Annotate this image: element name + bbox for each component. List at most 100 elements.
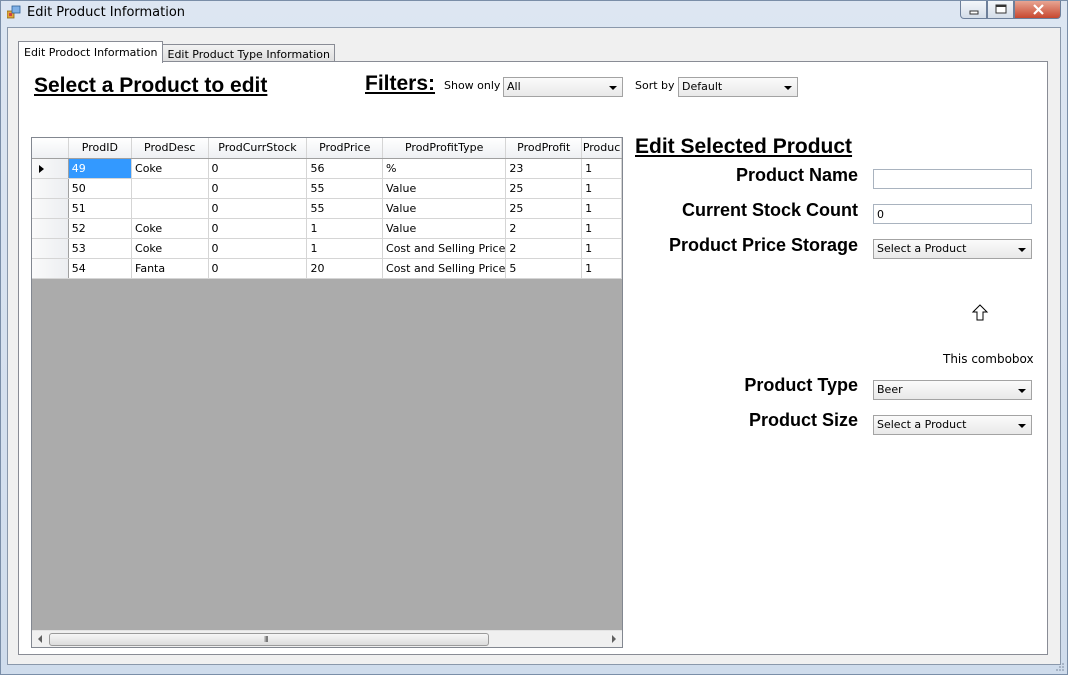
row-header[interactable] bbox=[32, 158, 69, 179]
table-cell[interactable]: Value bbox=[382, 178, 507, 199]
table-row[interactable]: 52 Coke 0 1 Value 2 1 bbox=[32, 218, 622, 239]
table-cell[interactable]: 53 bbox=[68, 238, 133, 259]
grid-corner-header[interactable] bbox=[32, 138, 69, 159]
table-cell[interactable]: Fanta bbox=[131, 258, 209, 279]
current-stock-input[interactable]: 0 bbox=[873, 204, 1032, 224]
table-cell[interactable] bbox=[131, 178, 209, 199]
table-cell[interactable]: 1 bbox=[581, 158, 622, 179]
product-size-label: Product Size bbox=[748, 410, 858, 430]
table-cell[interactable]: 1 bbox=[581, 198, 622, 219]
column-header[interactable]: ProdID bbox=[68, 138, 133, 159]
table-cell[interactable]: % bbox=[382, 158, 507, 179]
table-cell[interactable]: Coke bbox=[131, 158, 209, 179]
current-stock-label: Current Stock Count bbox=[681, 200, 858, 220]
table-cell[interactable]: 1 bbox=[581, 238, 622, 259]
table-cell[interactable]: Value bbox=[382, 218, 507, 239]
combobox-annotation: This combobox bbox=[943, 352, 1034, 366]
table-cell[interactable]: 55 bbox=[306, 198, 384, 219]
show-only-combobox[interactable]: All bbox=[503, 77, 623, 97]
table-cell[interactable]: 0 bbox=[208, 198, 308, 219]
table-cell[interactable]: 1 bbox=[306, 238, 384, 259]
column-header[interactable]: ProdDesc bbox=[131, 138, 209, 159]
tab-page-edit-product: Select a Product to edit Filters: Show o… bbox=[18, 61, 1048, 655]
table-cell[interactable]: 50 bbox=[68, 178, 133, 199]
table-cell[interactable]: 0 bbox=[208, 158, 308, 179]
table-row[interactable]: 51 0 55 Value 25 1 bbox=[32, 198, 622, 219]
table-cell[interactable]: 2 bbox=[505, 218, 583, 239]
minimize-icon bbox=[969, 10, 979, 15]
product-size-value: Select a Product bbox=[877, 418, 967, 431]
table-cell[interactable]: 1 bbox=[581, 218, 622, 239]
product-type-label: Product Type bbox=[744, 375, 858, 395]
scroll-right-icon[interactable] bbox=[612, 635, 616, 643]
products-data-grid[interactable]: ProdID ProdDesc ProdCurrStock ProdPrice … bbox=[31, 137, 623, 648]
close-button[interactable] bbox=[1014, 1, 1061, 19]
column-header[interactable]: ProdProfit bbox=[505, 138, 583, 159]
chevron-down-icon bbox=[1018, 389, 1026, 393]
row-header[interactable] bbox=[32, 258, 69, 279]
column-header[interactable]: ProdPrice bbox=[306, 138, 384, 159]
app-window: Edit Product Information Edit Prodoct In… bbox=[0, 0, 1068, 675]
table-cell[interactable]: 54 bbox=[68, 258, 133, 279]
table-cell[interactable]: Cost and Selling Price bbox=[382, 258, 507, 279]
row-header[interactable] bbox=[32, 218, 69, 239]
products-table: ProdID ProdDesc ProdCurrStock ProdPrice … bbox=[32, 138, 622, 279]
table-cell[interactable]: 1 bbox=[306, 218, 384, 239]
table-cell[interactable]: 5 bbox=[505, 258, 583, 279]
chevron-down-icon bbox=[784, 86, 792, 90]
table-cell[interactable]: 0 bbox=[208, 218, 308, 239]
product-type-value: Beer bbox=[877, 383, 903, 396]
price-storage-combobox[interactable]: Select a Product bbox=[873, 239, 1032, 259]
table-cell[interactable]: 0 bbox=[208, 238, 308, 259]
column-header[interactable]: Produc bbox=[581, 138, 622, 159]
table-row[interactable]: 49 Coke 0 56 % 23 1 bbox=[32, 158, 622, 179]
resize-grip-icon[interactable] bbox=[1055, 662, 1065, 672]
row-header[interactable] bbox=[32, 178, 69, 199]
select-product-heading: Select a Product to edit bbox=[34, 74, 268, 97]
table-cell[interactable]: 20 bbox=[306, 258, 384, 279]
close-icon bbox=[1033, 4, 1044, 15]
table-cell[interactable]: Cost and Selling Price bbox=[382, 238, 507, 259]
current-row-icon bbox=[39, 164, 44, 173]
minimize-button[interactable] bbox=[960, 1, 987, 19]
sort-by-value: Default bbox=[682, 80, 723, 93]
table-cell[interactable]: 49 bbox=[68, 158, 133, 179]
table-cell[interactable]: 52 bbox=[68, 218, 133, 239]
scroll-left-icon[interactable] bbox=[38, 635, 42, 643]
filters-heading: Filters: bbox=[365, 72, 436, 95]
table-cell[interactable]: 1 bbox=[581, 258, 622, 279]
table-cell[interactable]: Coke bbox=[131, 218, 209, 239]
row-header[interactable] bbox=[32, 198, 69, 219]
maximize-button[interactable] bbox=[987, 1, 1014, 19]
table-row[interactable]: 50 0 55 Value 25 1 bbox=[32, 178, 622, 199]
table-cell[interactable]: Coke bbox=[131, 238, 209, 259]
table-cell[interactable]: 1 bbox=[581, 178, 622, 199]
scrollbar-thumb[interactable]: III bbox=[49, 633, 489, 646]
up-arrow-icon bbox=[971, 304, 989, 321]
table-cell[interactable]: 2 bbox=[505, 238, 583, 259]
table-cell[interactable]: 56 bbox=[306, 158, 384, 179]
table-cell[interactable]: 23 bbox=[505, 158, 583, 179]
table-cell[interactable]: Value bbox=[382, 198, 507, 219]
product-name-input[interactable] bbox=[873, 169, 1032, 189]
table-cell[interactable]: 55 bbox=[306, 178, 384, 199]
column-header[interactable]: ProdCurrStock bbox=[208, 138, 308, 159]
product-type-combobox[interactable]: Beer bbox=[873, 380, 1032, 400]
table-cell[interactable]: 0 bbox=[208, 258, 308, 279]
product-size-combobox[interactable]: Select a Product bbox=[873, 415, 1032, 435]
table-row[interactable]: 54 Fanta 0 20 Cost and Selling Price 5 1 bbox=[32, 258, 622, 279]
table-cell[interactable] bbox=[131, 198, 209, 219]
table-cell[interactable]: 0 bbox=[208, 178, 308, 199]
table-row[interactable]: 53 Coke 0 1 Cost and Selling Price 2 1 bbox=[32, 238, 622, 259]
title-bar[interactable]: Edit Product Information bbox=[1, 1, 1067, 25]
table-cell[interactable]: 51 bbox=[68, 198, 133, 219]
row-header[interactable] bbox=[32, 238, 69, 259]
table-cell[interactable]: 25 bbox=[505, 178, 583, 199]
tab-edit-product-information[interactable]: Edit Prodoct Information bbox=[18, 41, 163, 63]
column-header[interactable]: ProdProfitType bbox=[382, 138, 507, 159]
table-cell[interactable]: 25 bbox=[505, 198, 583, 219]
sort-by-combobox[interactable]: Default bbox=[678, 77, 798, 97]
horizontal-scrollbar[interactable]: III bbox=[32, 630, 622, 647]
scrollbar-grip: III bbox=[264, 635, 269, 644]
chevron-down-icon bbox=[1018, 248, 1026, 252]
